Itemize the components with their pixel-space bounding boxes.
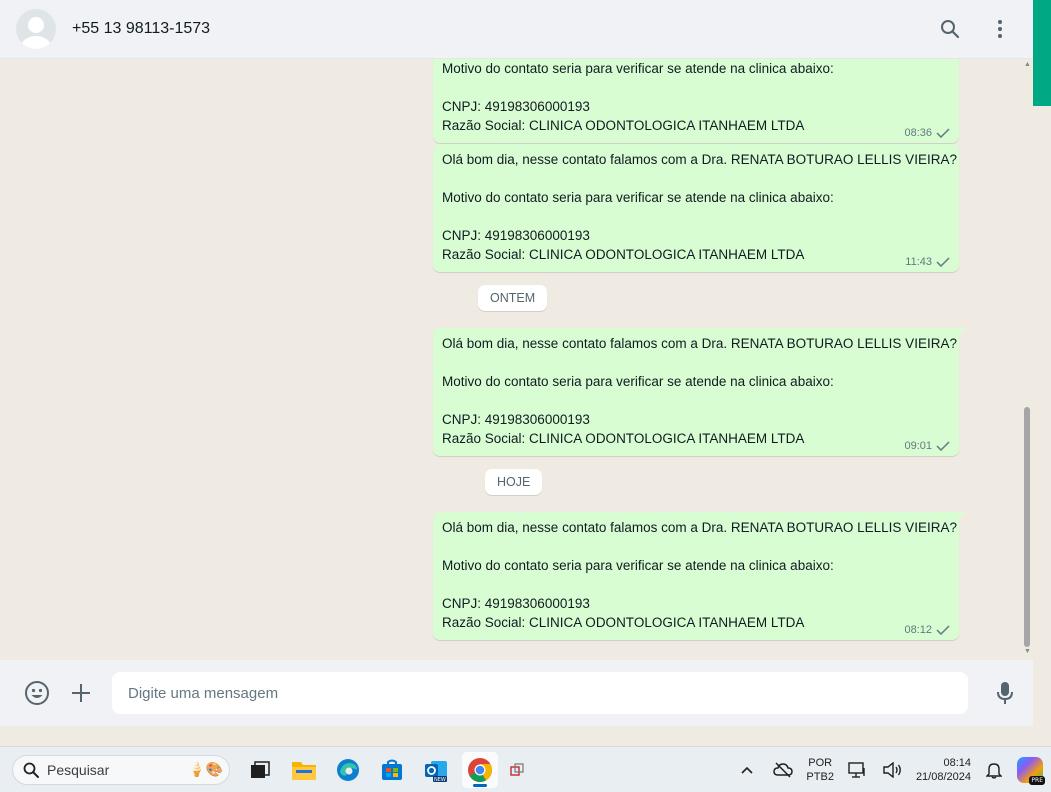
message-time: 08:12 — [904, 624, 932, 636]
message-line: Olá bom dia, nesse contato falamos com a… — [442, 152, 957, 167]
message-line: Razão Social: CLINICA ODONTOLOGICA ITANH… — [442, 247, 805, 262]
microphone-icon[interactable] — [992, 680, 1018, 706]
scroll-thumb[interactable] — [1024, 407, 1030, 647]
message-line: Razão Social: CLINICA ODONTOLOGICA ITANH… — [442, 615, 805, 630]
chat-header: +55 13 98113-1573 — [0, 0, 1033, 59]
sent-check-icon — [936, 625, 950, 635]
scroll-up-icon[interactable]: ▲ — [1024, 61, 1031, 68]
windows-taskbar: Pesquisar 🍦🎨 NEW POR PTB2 08:14 21/08/20… — [0, 746, 1051, 792]
search-highlight-icon: 🍦🎨 — [188, 761, 223, 777]
window-bottom — [0, 726, 1051, 746]
message-bubble[interactable]: Olá bom dia, nesse contato falamos com a… — [433, 144, 959, 272]
search-icon — [23, 762, 39, 778]
message-bubble[interactable]: Motivo do contato seria para verificar s… — [433, 59, 959, 143]
message-time: 08:36 — [904, 127, 932, 139]
message-line: Razão Social: CLINICA ODONTOLOGICA ITANH… — [442, 118, 805, 133]
message-line: CNPJ: 49198306000193 — [442, 99, 590, 114]
message-line: Motivo do contato seria para verificar s… — [442, 374, 834, 389]
message-line: CNPJ: 49198306000193 — [442, 596, 590, 611]
message-input[interactable] — [112, 672, 968, 714]
keyboard-language[interactable]: POR PTB2 — [806, 756, 834, 784]
contact-avatar[interactable] — [16, 9, 56, 49]
chat-scrollbar[interactable]: ▲ ▼ — [1021, 59, 1033, 660]
svg-text:NEW: NEW — [434, 777, 446, 783]
message-meta: 08:36 — [904, 127, 950, 139]
sent-check-icon — [936, 441, 950, 451]
message-line: CNPJ: 49198306000193 — [442, 228, 590, 243]
cloud-offline-icon[interactable] — [770, 757, 796, 783]
message-line: Razão Social: CLINICA ODONTOLOGICA ITANH… — [442, 431, 805, 446]
message-line: Motivo do contato seria para verificar s… — [442, 558, 834, 573]
file-explorer-icon[interactable] — [286, 752, 322, 788]
menu-dots-icon[interactable] — [987, 16, 1013, 42]
message-line: Motivo do contato seria para verificar s… — [442, 190, 834, 205]
message-line: Olá bom dia, nesse contato falamos com a… — [442, 520, 957, 535]
accent-strip — [1033, 0, 1051, 106]
volume-icon[interactable] — [880, 757, 906, 783]
message-line: CNPJ: 49198306000193 — [442, 412, 590, 427]
date-chip-today: HOJE — [485, 469, 543, 495]
scroll-down-icon[interactable]: ▼ — [1024, 648, 1031, 655]
right-gutter — [1033, 106, 1051, 726]
message-bubble[interactable]: Olá bom dia, nesse contato falamos com a… — [433, 512, 966, 640]
notification-bell-icon[interactable] — [981, 757, 1007, 783]
edge-browser-icon[interactable] — [330, 752, 366, 788]
sent-check-icon — [936, 257, 950, 267]
message-time: 11:43 — [905, 256, 932, 268]
snipping-tool-icon[interactable] — [506, 752, 528, 788]
attach-plus-icon[interactable] — [68, 680, 94, 706]
taskbar-search-label: Pesquisar — [47, 761, 110, 778]
message-line: Olá bom dia, nesse contato falamos com a… — [442, 336, 957, 351]
system-clock[interactable]: 08:14 21/08/2024 — [916, 756, 971, 784]
message-meta: 08:12 — [904, 624, 950, 636]
outlook-new-icon[interactable]: NEW — [418, 752, 454, 788]
chrome-browser-icon[interactable] — [462, 751, 498, 788]
microsoft-store-icon[interactable] — [374, 752, 410, 788]
message-line: Motivo do contato seria para verificar s… — [442, 61, 834, 76]
date-chip-yesterday: ONTEM — [478, 285, 548, 311]
message-composer — [0, 660, 1033, 726]
message-list[interactable]: Motivo do contato seria para verificar s… — [0, 59, 1033, 660]
message-bubble[interactable]: Olá bom dia, nesse contato falamos com a… — [433, 328, 966, 456]
network-icon[interactable] — [844, 757, 870, 783]
message-meta: 09:01 — [904, 440, 950, 452]
search-icon[interactable] — [937, 16, 963, 42]
task-view-icon[interactable] — [242, 752, 278, 788]
contact-name[interactable]: +55 13 98113-1573 — [72, 20, 210, 38]
message-time: 09:01 — [904, 440, 932, 452]
taskbar-search[interactable]: Pesquisar 🍦🎨 — [12, 754, 230, 785]
sent-check-icon — [936, 128, 950, 138]
message-meta: 11:43 — [905, 256, 950, 268]
copilot-icon[interactable]: PRE — [1017, 756, 1045, 785]
chevron-up-icon[interactable] — [734, 757, 760, 783]
emoji-icon[interactable] — [24, 680, 50, 706]
